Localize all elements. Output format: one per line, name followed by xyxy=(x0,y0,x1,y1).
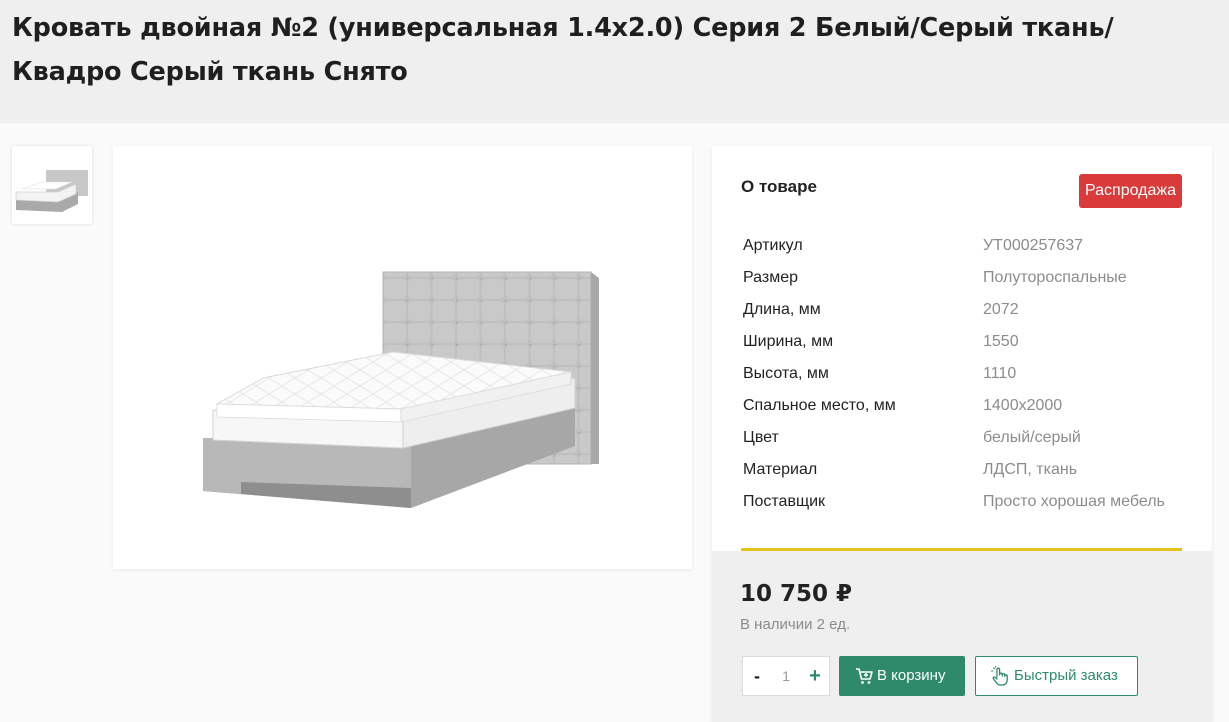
property-value: ЛДСП, ткань xyxy=(983,461,1078,478)
quantity-stepper: - 1 + xyxy=(742,656,830,696)
property-name: Длина, мм xyxy=(743,301,821,318)
property-row: Высота, мм 1110 xyxy=(743,358,1183,390)
cart-plus-icon xyxy=(856,668,873,684)
property-value: 1110 xyxy=(983,365,1017,382)
about-heading: О товаре xyxy=(741,177,817,196)
property-name: Спальное место, мм xyxy=(743,397,896,414)
quick-order-label: Быстрый заказ xyxy=(1014,667,1118,684)
property-name: Ширина, мм xyxy=(743,333,834,350)
property-row: Длина, мм 2072 xyxy=(743,294,1183,326)
quantity-input[interactable]: 1 xyxy=(771,657,801,695)
properties-list: Артикул УТ000257637 Размер Полутороспаль… xyxy=(743,230,1183,518)
bed-product-image xyxy=(203,271,599,508)
property-value: Просто хорошая мебель xyxy=(983,493,1165,510)
bed-thumbnail-image xyxy=(15,170,88,212)
property-value: Полутороспальные xyxy=(983,269,1127,286)
property-name: Размер xyxy=(743,269,798,286)
property-value: белый/серый xyxy=(983,429,1081,446)
property-row: Размер Полутороспальные xyxy=(743,262,1183,294)
hand-pointer-icon xyxy=(991,666,1008,686)
purchase-block: 10 750 ₽ В наличии 2 ед. - 1 + В корзину… xyxy=(712,551,1212,722)
quantity-decrease-button[interactable]: - xyxy=(743,657,771,695)
property-value: 1550 xyxy=(983,333,1019,350)
property-row: Поставщик Просто хорошая мебель xyxy=(743,486,1183,518)
product-info-panel: О товаре Распродажа Артикул УТ000257637 … xyxy=(712,146,1212,722)
add-to-cart-button[interactable]: В корзину xyxy=(839,656,965,696)
property-value: 1400x2000 xyxy=(983,397,1063,414)
quick-order-button[interactable]: Быстрый заказ xyxy=(975,656,1138,696)
property-name: Поставщик xyxy=(743,493,826,510)
property-name: Материал xyxy=(743,461,818,478)
product-main-image[interactable] xyxy=(113,146,692,569)
property-value: 2072 xyxy=(983,301,1019,318)
add-to-cart-label: В корзину xyxy=(877,667,946,684)
property-name: Артикул xyxy=(743,237,803,254)
property-row: Спальное место, мм 1400x2000 xyxy=(743,390,1183,422)
property-name: Цвет xyxy=(743,429,779,446)
product-title: Кровать двойная №2 (универсальная 1.4х2.… xyxy=(12,13,1114,87)
gallery-thumbnail[interactable] xyxy=(12,146,92,224)
property-row: Ширина, мм 1550 xyxy=(743,326,1183,358)
property-row: Материал ЛДСП, ткань xyxy=(743,454,1183,486)
quantity-increase-button[interactable]: + xyxy=(801,657,829,695)
property-row: Цвет белый/серый xyxy=(743,422,1183,454)
property-row: Артикул УТ000257637 xyxy=(743,230,1183,262)
property-name: Высота, мм xyxy=(743,365,829,382)
property-value: УТ000257637 xyxy=(983,237,1084,254)
stock-status: В наличии 2 ед. xyxy=(740,616,851,633)
sale-badge: Распродажа xyxy=(1079,174,1182,208)
price: 10 750 ₽ xyxy=(740,581,853,607)
page-header: Кровать двойная №2 (универсальная 1.4х2.… xyxy=(0,0,1229,123)
